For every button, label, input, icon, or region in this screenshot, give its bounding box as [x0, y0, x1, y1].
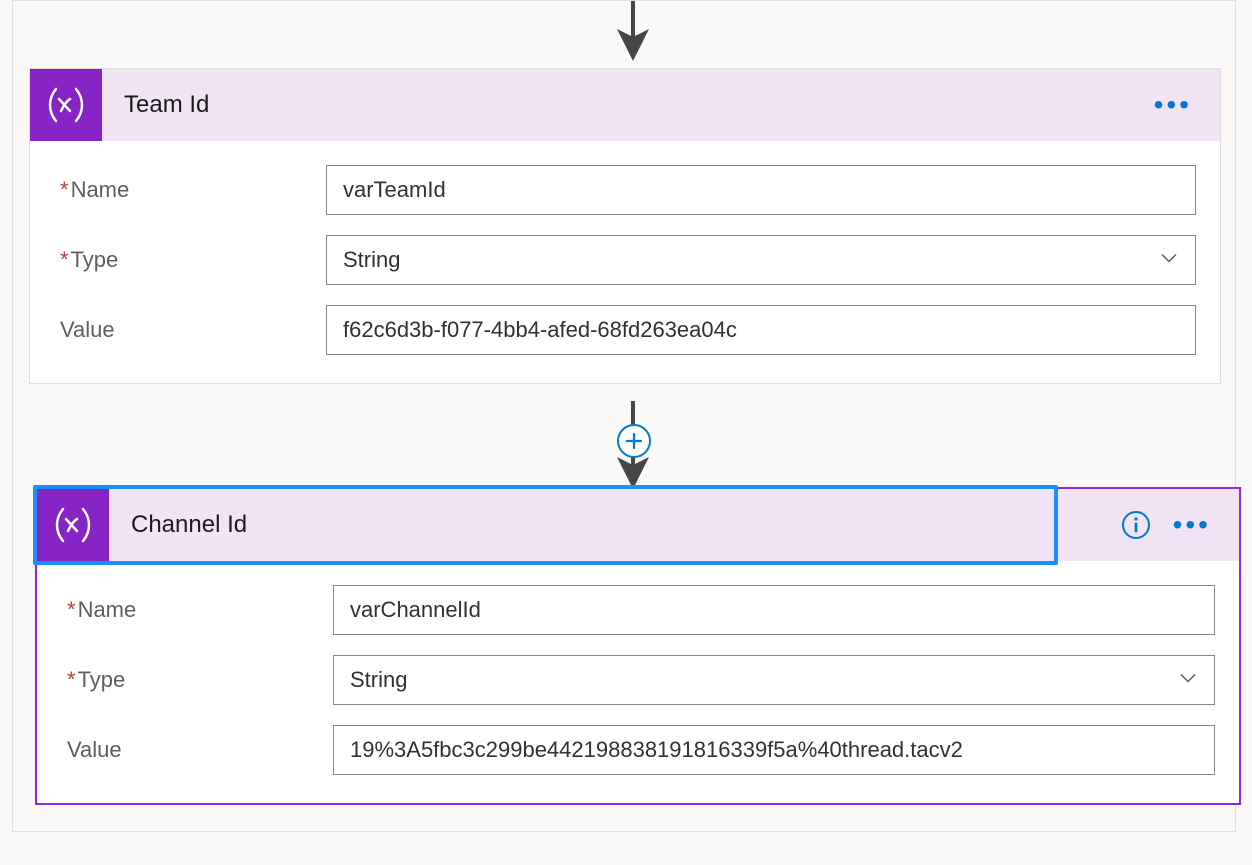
- value-input[interactable]: [326, 305, 1196, 355]
- card-title: Team Id: [102, 91, 1154, 119]
- name-label: *Name: [61, 597, 333, 623]
- name-input[interactable]: [333, 585, 1215, 635]
- variable-icon: [37, 489, 109, 561]
- variable-icon: [30, 69, 102, 141]
- type-select[interactable]: [326, 235, 1196, 285]
- card-title: Channel Id: [109, 511, 1121, 539]
- value-label: Value: [61, 737, 333, 763]
- card-header[interactable]: Team Id •••: [30, 69, 1220, 141]
- type-label: *Type: [54, 247, 326, 273]
- value-input[interactable]: [333, 725, 1215, 775]
- flow-canvas: Team Id ••• *Name *Type: [12, 0, 1236, 832]
- type-label: *Type: [61, 667, 333, 693]
- action-card-team-id: Team Id ••• *Name *Type: [29, 68, 1221, 384]
- add-step-button[interactable]: [617, 424, 651, 458]
- value-label: Value: [54, 317, 326, 343]
- info-icon[interactable]: [1121, 510, 1151, 540]
- name-input[interactable]: [326, 165, 1196, 215]
- card-header[interactable]: Channel Id •••: [37, 489, 1239, 561]
- type-select[interactable]: [333, 655, 1215, 705]
- more-menu-icon[interactable]: •••: [1154, 91, 1192, 119]
- action-card-channel-id: Channel Id ••• *Name *Type: [35, 487, 1241, 805]
- name-label: *Name: [54, 177, 326, 203]
- more-menu-icon[interactable]: •••: [1173, 511, 1211, 539]
